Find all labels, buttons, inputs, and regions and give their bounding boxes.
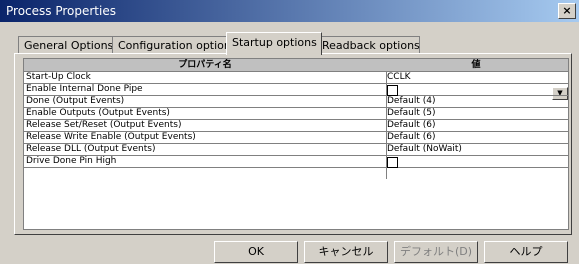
property-name: Done (Output Events) bbox=[26, 96, 125, 106]
property-value-checkbox[interactable] bbox=[387, 156, 565, 168]
close-button[interactable]: × bbox=[558, 3, 576, 19]
table-row: Start-Up Clock CCLK ▼ bbox=[24, 72, 568, 100]
property-value[interactable]: Default (4) bbox=[387, 96, 565, 107]
property-value[interactable]: Default (6) bbox=[387, 120, 565, 131]
tab-readback-options[interactable]: Readback options bbox=[316, 36, 420, 54]
checkbox[interactable] bbox=[387, 157, 398, 168]
table-row: Release Set/Reset (Output Events) Defaul… bbox=[24, 120, 568, 132]
header-value: 値 bbox=[471, 60, 481, 70]
property-name: Enable Internal Done Pipe bbox=[26, 84, 143, 94]
cancel-button[interactable]: キャンセル bbox=[304, 241, 388, 263]
property-name: Release Set/Reset (Output Events) bbox=[26, 120, 182, 130]
startup-options-panel: プロパティ名 値 Start-Up Clock CCLK ▼ Enable In… bbox=[14, 53, 572, 235]
header-property-name: プロパティ名 bbox=[178, 60, 232, 70]
window-title: Process Properties bbox=[6, 4, 116, 18]
table-row: Release Write Enable (Output Events) Def… bbox=[24, 132, 568, 144]
property-value-dropdown[interactable]: CCLK bbox=[387, 72, 565, 83]
table-row: Enable Internal Done Pipe bbox=[24, 84, 568, 96]
property-grid: プロパティ名 値 Start-Up Clock CCLK ▼ Enable In… bbox=[23, 58, 569, 230]
title-bar: Process Properties × bbox=[0, 0, 579, 22]
table-row: Drive Done Pin High bbox=[24, 156, 568, 168]
table-row: Release DLL (Output Events) Default (NoW… bbox=[24, 144, 568, 156]
ok-button[interactable]: OK bbox=[214, 241, 298, 263]
table-row: Done (Output Events) Default (4) bbox=[24, 96, 568, 108]
tab-general-options[interactable]: General Options bbox=[18, 36, 114, 54]
property-name: Enable Outputs (Output Events) bbox=[26, 108, 170, 118]
tab-configuration-options[interactable]: Configuration options bbox=[112, 36, 238, 54]
property-name: Drive Done Pin High bbox=[26, 156, 117, 166]
property-name: Release DLL (Output Events) bbox=[26, 144, 156, 154]
checkbox[interactable] bbox=[387, 85, 398, 96]
default-button[interactable]: デフォルト(D) bbox=[394, 241, 478, 263]
help-button[interactable]: ヘルプ bbox=[484, 241, 568, 263]
property-value[interactable]: Default (6) bbox=[387, 132, 565, 143]
table-row: Enable Outputs (Output Events) Default (… bbox=[24, 108, 568, 120]
property-value[interactable]: Default (5) bbox=[387, 108, 565, 119]
property-name: Release Write Enable (Output Events) bbox=[26, 132, 196, 142]
property-name: Start-Up Clock bbox=[26, 72, 91, 82]
process-properties-window: Process Properties × General Options Con… bbox=[0, 0, 579, 264]
grid-header: プロパティ名 値 bbox=[24, 59, 568, 72]
tab-startup-options[interactable]: Startup options bbox=[226, 32, 322, 55]
property-value-checkbox[interactable] bbox=[387, 84, 565, 96]
property-value[interactable]: Default (NoWait) bbox=[387, 144, 565, 155]
